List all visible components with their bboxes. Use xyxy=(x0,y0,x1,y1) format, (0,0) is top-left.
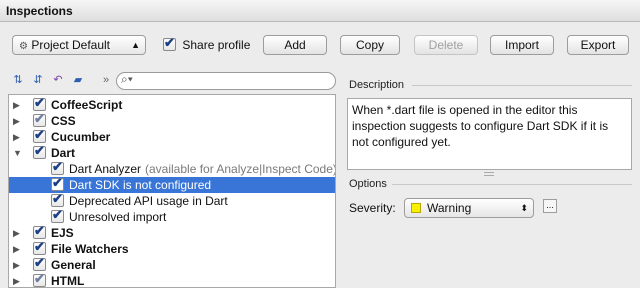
tree-checkbox[interactable] xyxy=(33,271,46,287)
tree-item-label: Cucumber xyxy=(51,130,111,144)
collapsed-triangle-icon[interactable]: ▶ xyxy=(13,273,20,287)
options-label: Options xyxy=(349,178,387,190)
collapsed-triangle-icon[interactable]: ▶ xyxy=(13,225,20,241)
tree-item-label: CoffeeScript xyxy=(51,98,123,112)
collapsed-triangle-icon[interactable]: ▶ xyxy=(13,241,20,257)
tree-item-label: HTML xyxy=(51,274,85,288)
severity-select-value: Warning xyxy=(427,201,472,215)
tree-item-label: Deprecated API usage in Dart xyxy=(69,194,228,208)
tree-item-label: Dart SDK is not configured xyxy=(69,178,212,192)
tree-checkbox[interactable] xyxy=(33,111,46,127)
resize-grip-icon[interactable] xyxy=(484,172,494,176)
profile-select-value: Project Default xyxy=(31,38,111,52)
tree-checkbox[interactable] xyxy=(33,143,46,159)
edit-severities-button[interactable]: ... xyxy=(543,199,557,213)
tree-checkbox[interactable] xyxy=(51,191,64,207)
tree-row[interactable]: ▶ EJS xyxy=(9,223,335,241)
collapsed-triangle-icon[interactable]: ▶ xyxy=(13,129,20,145)
tree-item-label: Unresolved import xyxy=(69,210,167,224)
tree-item-note: (available for Analyze|Inspect Code) xyxy=(145,162,336,176)
tree-checkbox[interactable] xyxy=(33,255,46,271)
share-profile-check[interactable] xyxy=(163,35,176,52)
search-input[interactable]: ⌕▾ xyxy=(116,72,336,90)
reset-icon[interactable]: ↶ xyxy=(50,72,66,88)
copy-button[interactable]: Copy xyxy=(340,35,400,55)
tree-checkbox[interactable] xyxy=(33,239,46,255)
share-profile-label: Share profile xyxy=(182,37,251,52)
warning-color-swatch xyxy=(411,203,421,213)
expand-all-icon[interactable]: ⇅ xyxy=(10,72,26,88)
tree-row[interactable]: Unresolved import xyxy=(9,207,335,225)
add-button[interactable]: Add xyxy=(263,35,327,55)
select-arrow-icon: ▲ xyxy=(131,40,140,50)
tree-item-label: CSS xyxy=(51,114,76,128)
severity-select[interactable]: Warning ⬍ xyxy=(404,198,534,218)
collapsed-triangle-icon[interactable]: ▶ xyxy=(13,97,20,113)
collapse-all-icon[interactable]: ⇵ xyxy=(30,72,46,88)
title-bar: Inspections xyxy=(0,0,640,22)
tree-checkbox[interactable] xyxy=(51,207,64,223)
description-text: When *.dart file is opened in the editor… xyxy=(347,98,632,170)
export-button[interactable]: Export xyxy=(567,35,629,55)
inspection-tree[interactable]: ▶CoffeeScript▶CSS▶Cucumber▼DartDart Anal… xyxy=(8,94,336,288)
delete-button[interactable]: Delete xyxy=(414,35,478,55)
tree-item-label: General xyxy=(51,258,96,272)
tree-checkbox[interactable] xyxy=(33,223,46,239)
tree-checkbox[interactable] xyxy=(51,159,64,175)
severity-label: Severity: xyxy=(349,201,396,215)
filter-icon[interactable]: ▰ xyxy=(70,72,86,88)
tree-row[interactable]: ▶ CSS xyxy=(9,111,335,129)
select-arrow-icon: ⬍ xyxy=(520,203,528,213)
tree-row[interactable]: ▶ File Watchers xyxy=(9,239,335,257)
window-title: Inspections xyxy=(6,4,73,18)
tree-item-label: File Watchers xyxy=(51,242,129,256)
profile-icon: ⚙ xyxy=(19,41,28,52)
tree-row[interactable]: ▶ Cucumber xyxy=(9,127,335,145)
options-separator xyxy=(392,184,632,185)
expanded-triangle-icon[interactable]: ▼ xyxy=(13,145,22,161)
tree-row[interactable]: ▶ General xyxy=(9,255,335,273)
split-divider[interactable] xyxy=(339,94,344,288)
share-profile-checkbox[interactable]: Share profile xyxy=(163,35,251,52)
tree-checkbox[interactable] xyxy=(33,127,46,143)
description-label: Description xyxy=(349,79,405,91)
collapsed-triangle-icon[interactable]: ▶ xyxy=(13,113,20,129)
description-separator xyxy=(412,85,632,86)
tree-item-label: EJS xyxy=(51,226,74,240)
profile-select[interactable]: ⚙ Project Default ▲ xyxy=(12,35,146,55)
tree-row[interactable]: ▶ CoffeeScript xyxy=(9,95,335,113)
tree-checkbox[interactable] xyxy=(33,95,46,111)
import-button[interactable]: Import xyxy=(490,35,554,55)
tree-item-label: Dart Analyzer xyxy=(69,162,142,176)
more-tools-icon[interactable]: » xyxy=(98,72,114,88)
tree-checkbox[interactable] xyxy=(51,175,64,191)
tree-row[interactable]: ▶ HTML xyxy=(9,271,335,288)
collapsed-triangle-icon[interactable]: ▶ xyxy=(13,257,20,273)
search-icon: ⌕▾ xyxy=(121,72,133,86)
